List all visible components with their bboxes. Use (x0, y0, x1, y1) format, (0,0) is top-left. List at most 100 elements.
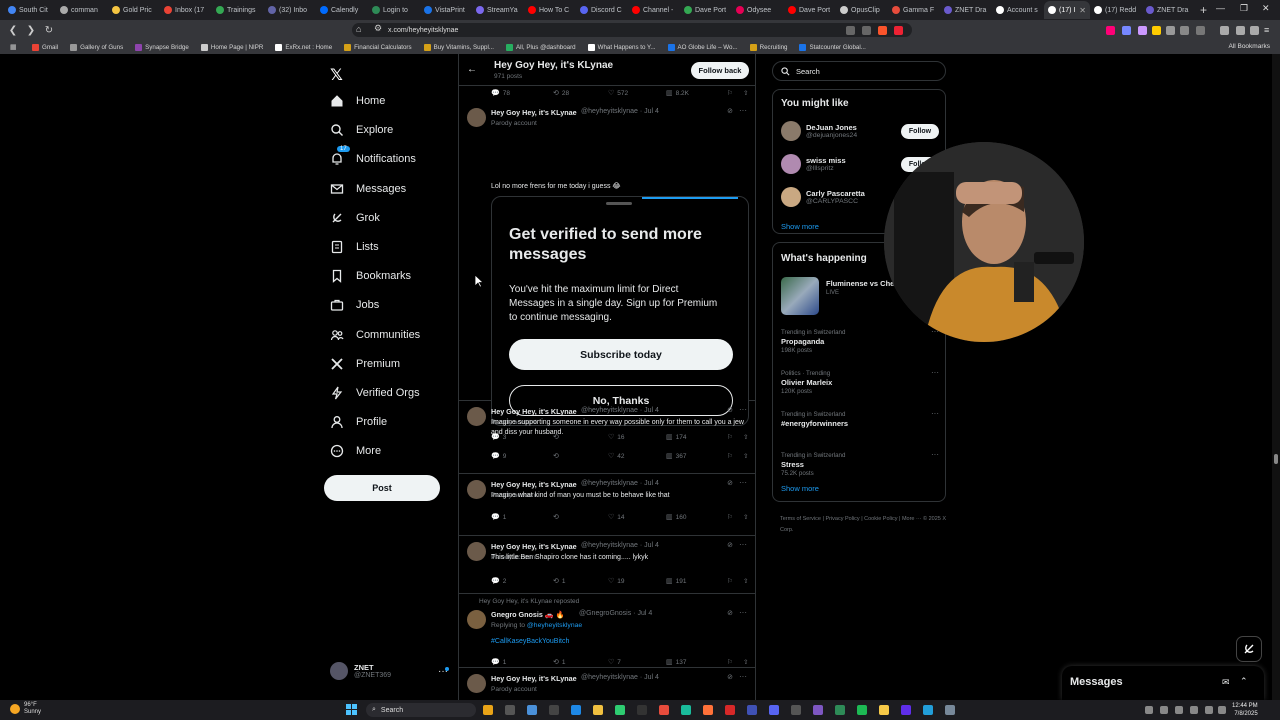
extension-icon[interactable] (1196, 26, 1205, 35)
brave-shield-icon[interactable] (878, 26, 887, 35)
maximize-icon[interactable]: ❐ (1240, 3, 1248, 14)
share-icon[interactable]: ⇧ (743, 658, 748, 666)
modal-drag-handle[interactable] (606, 202, 632, 205)
system-clock[interactable]: 12:44 PM 7/8/2025 (1232, 702, 1258, 718)
nav-item-profile[interactable]: Profile (330, 412, 387, 432)
live-event-title[interactable]: Fluminense vs Che (826, 279, 894, 288)
show-more-link[interactable]: Show more (781, 222, 819, 231)
new-tab-icon[interactable]: + (1200, 3, 1207, 17)
grok-explain-icon[interactable]: ⊘ (727, 406, 733, 414)
taskbar-app-icon[interactable] (791, 705, 801, 715)
avatar[interactable] (781, 121, 801, 141)
bookmark-icon[interactable]: ⚐ (727, 577, 733, 585)
avatar[interactable] (781, 154, 801, 174)
taskbar-app-icon[interactable] (593, 705, 603, 715)
suggestion-user[interactable]: Carly Pascaretta @CARLYPASCC (781, 187, 865, 207)
avatar[interactable] (467, 610, 486, 629)
minimize-icon[interactable]: — (1216, 3, 1225, 13)
windows-start-icon[interactable] (346, 704, 357, 715)
bookmark-item[interactable]: What Happens to Y... (587, 43, 656, 51)
tray-icon[interactable] (1205, 706, 1213, 714)
repost-button[interactable]: ⟲ (553, 513, 562, 521)
taskbar-app-icon[interactable] (505, 705, 515, 715)
scrollbar-thumb[interactable] (1274, 454, 1278, 464)
repost-button[interactable]: ⟲ 28 (553, 89, 569, 98)
tray-icon[interactable] (1160, 706, 1168, 714)
x-logo-icon[interactable]: 𝕏 (330, 65, 343, 85)
reply-button[interactable]: 💬 2 (491, 577, 506, 586)
tweet[interactable]: Hey Goy Hey, it's KLynae reposted Gnegro … (459, 594, 755, 668)
like-button[interactable]: ♡ 7 (608, 658, 621, 667)
extension-icon[interactable] (1166, 26, 1175, 35)
views-button[interactable]: ▥ 367 (666, 452, 686, 461)
browser-tab[interactable]: Inbox (17 (160, 1, 212, 19)
taskbar-app-icon[interactable] (725, 705, 735, 715)
nav-item-more[interactable]: More (330, 441, 381, 461)
sidebar-toggle-icon[interactable] (1220, 26, 1229, 35)
browser-tab[interactable]: Gamma F (888, 1, 940, 19)
browser-tab[interactable]: Calendly (316, 1, 368, 19)
browser-tab[interactable]: StreamYa (472, 1, 524, 19)
trend-item[interactable]: Trending in Switzerland Propaganda 198K po… (781, 329, 845, 354)
taskbar-app-icon[interactable] (615, 705, 625, 715)
more-options-icon[interactable]: ··· (739, 106, 747, 115)
taskbar-app-icon[interactable] (923, 705, 933, 715)
taskbar-app-icon[interactable] (703, 705, 713, 715)
taskbar-app-icon[interactable] (637, 705, 647, 715)
more-options-icon[interactable]: ··· (739, 672, 747, 681)
suggestion-user[interactable]: swiss miss @lllspritz (781, 154, 846, 174)
taskbar-search[interactable]: ⌕ Search (366, 703, 476, 717)
extension-icon[interactable] (1122, 26, 1131, 35)
close-window-icon[interactable]: ✕ (1262, 3, 1270, 14)
all-bookmarks-link[interactable]: All Bookmarks (1228, 43, 1270, 50)
bookmark-item[interactable]: Synapse Bridge (135, 43, 189, 51)
avatar[interactable] (781, 187, 801, 207)
taskbar-app-icon[interactable] (835, 705, 845, 715)
site-info-icon[interactable]: ⚙ (374, 23, 382, 34)
avatar[interactable] (467, 480, 486, 499)
taskbar-app-icon[interactable] (483, 705, 493, 715)
browser-tab[interactable]: How To C (524, 1, 576, 19)
views-button[interactable]: ▥ 191 (666, 577, 686, 586)
taskbar-app-icon[interactable] (527, 705, 537, 715)
views-button[interactable]: ▥ 8.2K (666, 89, 689, 98)
extension-icon[interactable] (1138, 26, 1147, 35)
weather-widget[interactable]: 96°F Sunny (10, 702, 41, 716)
tray-icon[interactable] (1218, 706, 1226, 714)
bookmark-item[interactable]: Recruiting (749, 43, 787, 51)
forward-icon[interactable]: ❯ (26, 25, 36, 36)
reply-button[interactable]: 💬 1 (491, 658, 506, 667)
tray-icon[interactable] (1145, 706, 1153, 714)
share-icon[interactable] (862, 26, 871, 35)
back-arrow-icon[interactable]: ← (467, 64, 477, 75)
browser-tab[interactable]: Channel - (628, 1, 680, 19)
tweet-author-name[interactable]: Hey Goy Hey, it's KLynae (491, 108, 577, 117)
grok-explain-icon[interactable]: ⊘ (727, 107, 733, 115)
share-icon[interactable]: ⇧ (743, 89, 748, 97)
bookmark-item[interactable]: All, Plus @dashboard (506, 43, 576, 51)
bookmark-item[interactable]: Financial Calculators (344, 43, 412, 51)
cast-icon[interactable] (846, 26, 855, 35)
tweet[interactable]: Hey Goy Hey, it's KLynae @heyheyitsklynae… (459, 401, 755, 474)
extension-icon[interactable] (1152, 26, 1161, 35)
grok-explain-icon[interactable]: ⊘ (727, 609, 733, 617)
nav-item-explore[interactable]: Explore (330, 120, 393, 140)
trend-item[interactable]: Trending in Switzerland Stress 75.2K posts (781, 452, 845, 477)
browser-tab[interactable]: ZNET Dra (1142, 1, 1194, 19)
tweet-author-name[interactable]: Hey Goy Hey, it's KLynae (491, 407, 577, 416)
repost-button[interactable]: ⟲ 1 (553, 577, 566, 586)
bookmark-icon[interactable]: ⚐ (727, 89, 733, 97)
tweet-author-name[interactable]: Hey Goy Hey, it's KLynae (491, 480, 577, 489)
reply-to-handle[interactable]: @heyheyitsklynae (527, 622, 582, 629)
nav-item-jobs[interactable]: Jobs (330, 295, 379, 315)
browser-tab[interactable]: Gold Pric (108, 1, 160, 19)
browser-tab[interactable]: Dave Port (784, 1, 836, 19)
follow-button[interactable]: Follow (901, 124, 939, 139)
views-button[interactable]: ▥ 160 (666, 513, 686, 522)
menu-icon[interactable]: ≡ (1264, 25, 1269, 35)
tweet[interactable]: Hey Goy Hey, it's KLynae @heyheyitsklynae… (459, 102, 755, 441)
search-input[interactable]: Search (772, 61, 946, 81)
taskbar-app-icon[interactable] (879, 705, 889, 715)
back-icon[interactable]: ❮ (8, 25, 18, 36)
page-scrollbar[interactable] (1272, 54, 1280, 700)
